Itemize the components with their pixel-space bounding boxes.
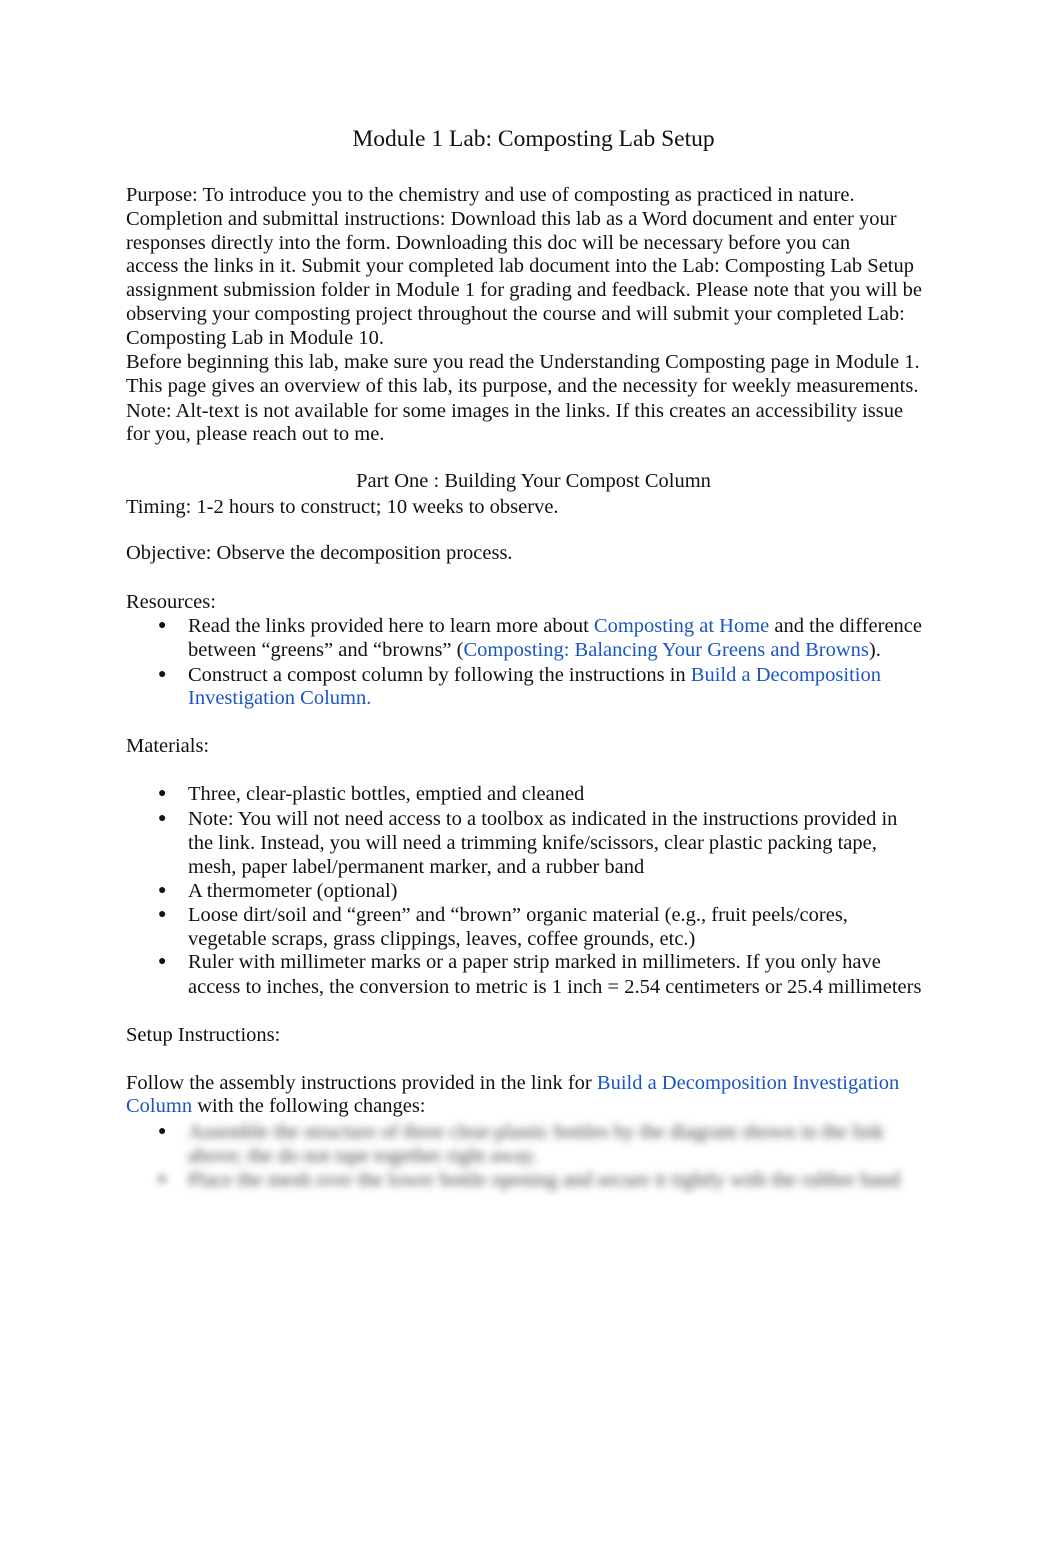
intro-line: access the links in it. Submit your comp…	[126, 255, 914, 277]
decomposition-column-setup-link-cont[interactable]: Column	[126, 1095, 192, 1117]
material-item-cont: vegetable scraps, grass clippings, leave…	[188, 928, 696, 950]
bullet-icon: ●	[158, 883, 167, 898]
objective-line: Objective: Observe the decomposition pro…	[126, 542, 513, 564]
intro-line: assignment submission folder in Module 1…	[126, 279, 922, 301]
resource-item: Construct a compost column by following …	[188, 663, 881, 687]
resource-text: ).	[868, 639, 881, 661]
material-item-cont: access to inches, the conversion to metr…	[188, 976, 922, 998]
material-item: Note: You will not need access to a tool…	[188, 808, 898, 830]
setup-line-cont: Column with the following changes:	[126, 1094, 426, 1118]
bullet-icon: ●	[158, 954, 167, 969]
decomposition-column-link-cont[interactable]: Investigation Column.	[188, 687, 371, 709]
greens-browns-link[interactable]: Composting: Balancing Your Greens and Br…	[463, 639, 868, 661]
bullet-icon: ●	[158, 786, 167, 801]
intro-line: responses directly into the form. Downlo…	[126, 232, 851, 254]
blurred-setup-item: Place the mesh over the lower bottle ope…	[188, 1169, 901, 1191]
resource-item: Read the links provided here to learn mo…	[188, 614, 922, 638]
setup-text: Follow the assembly instructions provide…	[126, 1072, 597, 1094]
material-item-cont: the link. Instead, you will need a trimm…	[188, 832, 877, 854]
intro-line: Note: Alt-text is not available for some…	[126, 400, 904, 422]
resource-text: Construct a compost column by following …	[188, 664, 691, 686]
materials-label: Materials:	[126, 735, 210, 757]
resource-item-cont: between “greens” and “browns” (Compostin…	[188, 638, 881, 662]
part-one-heading: Part One : Building Your Compost Column	[356, 470, 711, 492]
bullet-icon: ●	[158, 1172, 167, 1187]
resource-text: Read the links provided here to learn mo…	[188, 615, 594, 637]
material-item: Three, clear-plastic bottles, emptied an…	[188, 783, 585, 805]
material-item: A thermometer (optional)	[188, 880, 398, 902]
blurred-setup-item-cont: above; the do not tape together right aw…	[188, 1145, 538, 1167]
timing-line: Timing: 1-2 hours to construct; 10 weeks…	[126, 496, 559, 518]
intro-line: This page gives an overview of this lab,…	[126, 375, 919, 397]
purpose-line: Purpose: To introduce you to the chemist…	[126, 184, 855, 206]
material-item: Loose dirt/soil and “green” and “brown” …	[188, 904, 848, 926]
intro-line: for you, please reach out to me.	[126, 423, 385, 445]
setup-text: with the following changes:	[192, 1095, 426, 1117]
decomposition-column-setup-link[interactable]: Build a Decomposition Investigation	[597, 1072, 899, 1094]
bullet-icon: ●	[158, 907, 167, 922]
intro-line: observing your composting project throug…	[126, 303, 905, 325]
material-item: Ruler with millimeter marks or a paper s…	[188, 951, 881, 973]
composting-at-home-link[interactable]: Composting at Home	[594, 615, 769, 637]
bullet-icon: ●	[158, 811, 167, 826]
intro-line: Composting Lab in Module 10.	[126, 327, 384, 349]
setup-line: Follow the assembly instructions provide…	[126, 1071, 899, 1095]
setup-label: Setup Instructions:	[126, 1024, 281, 1046]
document-title: Module 1 Lab: Composting Lab Setup	[352, 126, 715, 152]
resource-text: between “greens” and “browns” (	[188, 639, 464, 661]
decomposition-column-link[interactable]: Build a Decomposition	[691, 664, 881, 686]
blurred-setup-item: Assemble the structure of three clear-pl…	[188, 1121, 884, 1143]
bullet-icon: ●	[158, 618, 167, 633]
intro-line: Before beginning this lab, make sure you…	[126, 351, 920, 373]
resource-item-cont: Investigation Column.	[188, 686, 371, 710]
material-item-cont: mesh, paper label/permanent marker, and …	[188, 856, 645, 878]
bullet-icon: ●	[158, 667, 167, 682]
intro-line: Completion and submittal instructions: D…	[126, 208, 897, 230]
resource-text: and the difference	[769, 615, 923, 637]
resources-label: Resources:	[126, 591, 216, 613]
bullet-icon: ●	[158, 1124, 167, 1139]
